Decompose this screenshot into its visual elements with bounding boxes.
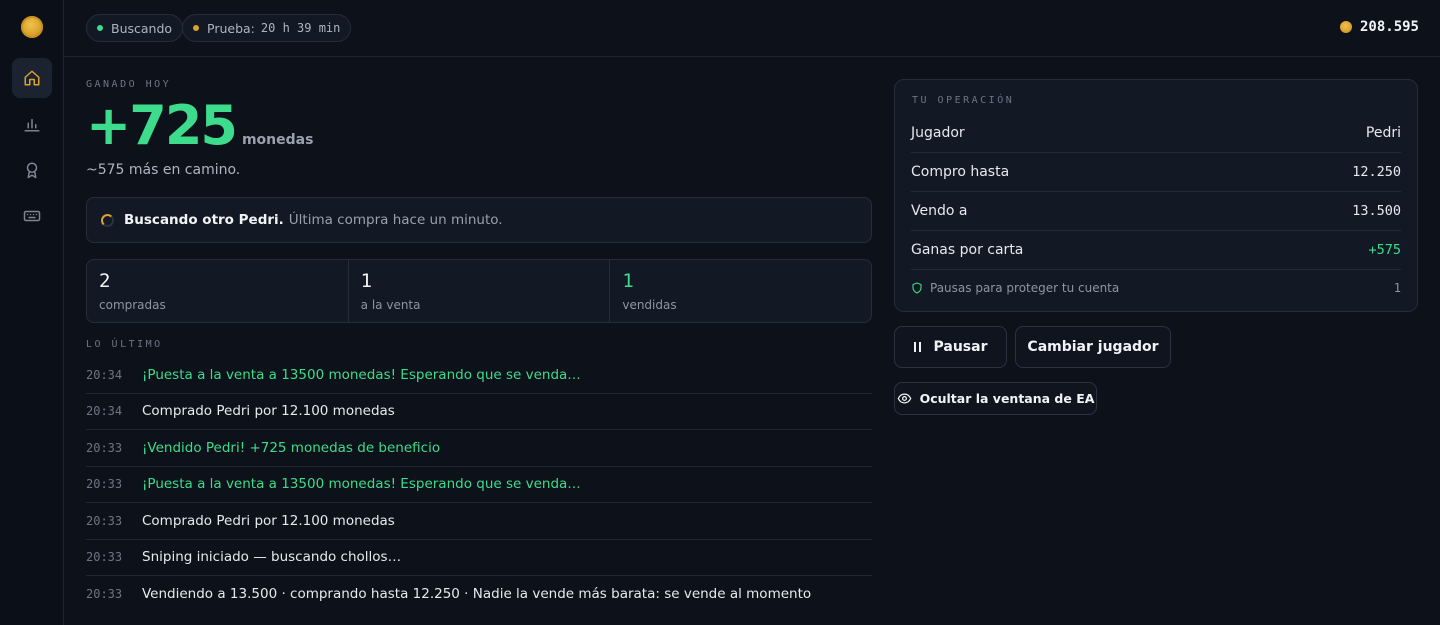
sidebar-item-stats[interactable] bbox=[12, 104, 52, 144]
activity-log: 20:34 ¡Puesta a la venta a 13500 monedas… bbox=[86, 357, 872, 613]
log-message: Vendiendo a 13.500 · comprando hasta 12.… bbox=[142, 586, 812, 603]
stat-label: vendidas bbox=[622, 298, 677, 312]
stat-value: 2 bbox=[99, 270, 111, 292]
operation-row-profit: Ganas por carta +575 bbox=[911, 231, 1401, 270]
log-label: LO ÚLTIMO bbox=[86, 339, 163, 350]
pause-button-label: Pausar bbox=[933, 339, 988, 355]
earned-unit: monedas bbox=[241, 132, 314, 148]
pending-text: ~575 más en camino. bbox=[86, 162, 241, 178]
row-label: Ganas por carta bbox=[911, 242, 1024, 258]
row-label: Jugador bbox=[911, 125, 965, 141]
log-row: 20:34 Comprado Pedri por 12.100 monedas bbox=[86, 394, 872, 430]
stat-value: 1 bbox=[360, 270, 373, 292]
topbar: Buscando Prueba: 20 h 39 min 208.595 bbox=[64, 0, 1440, 57]
row-value: 12.250 bbox=[1352, 164, 1401, 180]
log-time: 20:34 bbox=[86, 404, 123, 419]
log-message: Comprado Pedri por 12.100 monedas bbox=[142, 512, 395, 529]
sidebar bbox=[0, 0, 64, 625]
stat-label: a la venta bbox=[360, 298, 421, 312]
row-label: Compro hasta bbox=[911, 164, 1010, 180]
trial-dot-icon bbox=[193, 25, 199, 31]
loading-spinner-icon bbox=[101, 213, 114, 227]
status-pill-label: Buscando bbox=[111, 20, 173, 36]
trial-label: Prueba: bbox=[207, 20, 255, 36]
sidebar-item-achievements[interactable] bbox=[12, 150, 52, 190]
log-time: 20:33 bbox=[86, 587, 123, 602]
balance-value: 208.595 bbox=[1359, 19, 1419, 35]
log-row: 20:33 Sniping iniciado — buscando chollo… bbox=[86, 540, 872, 576]
log-row: 20:33 ¡Puesta a la venta a 13500 monedas… bbox=[86, 467, 872, 503]
log-time: 20:33 bbox=[86, 477, 123, 492]
log-message: Comprado Pedri por 12.100 monedas bbox=[142, 403, 395, 420]
log-message: ¡Puesta a la venta a 13500 monedas! Espe… bbox=[142, 476, 581, 493]
stats-panel: 2 compradas 1 a la venta 1 vendidas bbox=[86, 259, 872, 323]
row-value: +575 bbox=[1368, 242, 1401, 258]
change-player-button[interactable]: Cambiar jugador bbox=[1015, 326, 1171, 368]
log-row: 20:33 ¡Vendido Pedri! +725 monedas de be… bbox=[86, 430, 872, 467]
keyboard-icon bbox=[23, 210, 41, 222]
log-row: 20:33 Vendiendo a 13.500 · comprando has… bbox=[86, 576, 872, 613]
operation-row-sell: Vendo a 13.500 bbox=[911, 192, 1401, 231]
status-strong: Buscando otro Pedri. bbox=[124, 212, 284, 228]
earned-amount: +725 bbox=[86, 94, 238, 157]
log-time: 20:34 bbox=[86, 367, 123, 382]
award-icon bbox=[26, 162, 38, 179]
log-time: 20:33 bbox=[86, 550, 123, 565]
change-player-button-label: Cambiar jugador bbox=[1027, 339, 1159, 355]
stat-sold: 1 vendidas bbox=[610, 260, 871, 322]
home-icon bbox=[24, 70, 40, 86]
stat-value: 1 bbox=[622, 270, 634, 292]
trial-timer: 20 h 39 min bbox=[260, 21, 341, 35]
trial-pill: Prueba: 20 h 39 min bbox=[182, 14, 352, 42]
status-detail: Última compra hace un minuto. bbox=[288, 212, 503, 228]
operation-title: TU OPERACIÓN bbox=[912, 95, 1015, 106]
log-row: 20:33 Comprado Pedri por 12.100 monedas bbox=[86, 503, 872, 540]
sidebar-item-home[interactable] bbox=[12, 58, 52, 98]
operation-row-player: Jugador Pedri bbox=[911, 114, 1401, 153]
log-message: Sniping iniciado — buscando chollos… bbox=[142, 549, 402, 566]
log-time: 20:33 bbox=[86, 440, 123, 455]
stat-label: compradas bbox=[99, 298, 166, 312]
pauses-value: 1 bbox=[1393, 281, 1401, 295]
log-message: ¡Vendido Pedri! +725 monedas de benefici… bbox=[142, 439, 441, 456]
coin-balance: 208.595 bbox=[1339, 19, 1419, 35]
coin-icon bbox=[1339, 21, 1352, 33]
search-status: Buscando otro Pedri. Última compra hace … bbox=[86, 197, 872, 243]
operation-row-buy: Compro hasta 12.250 bbox=[911, 153, 1401, 192]
hide-ea-window-label: Ocultar la ventana de EA bbox=[919, 391, 1095, 406]
eye-icon bbox=[897, 393, 911, 404]
pause-icon bbox=[913, 342, 924, 352]
log-message: ¡Puesta a la venta a 13500 monedas! Espe… bbox=[142, 366, 581, 383]
earned-today-label: GANADO HOY bbox=[86, 79, 172, 90]
operation-row-pauses: Pausas para proteger tu cuenta 1 bbox=[911, 270, 1401, 306]
log-row: 20:34 ¡Puesta a la venta a 13500 monedas… bbox=[86, 357, 872, 394]
shield-icon bbox=[912, 282, 922, 294]
sidebar-item-keyboard[interactable] bbox=[12, 196, 52, 236]
log-time: 20:33 bbox=[86, 513, 123, 528]
row-value: 13.500 bbox=[1352, 203, 1401, 219]
operation-card: TU OPERACIÓN Jugador Pedri Compro hasta … bbox=[894, 79, 1418, 312]
status-dot-icon bbox=[97, 25, 103, 31]
status-pill: Buscando bbox=[86, 14, 184, 42]
hide-ea-window-button[interactable]: Ocultar la ventana de EA bbox=[894, 382, 1097, 415]
row-label: Vendo a bbox=[911, 203, 968, 219]
pauses-label: Pausas para proteger tu cuenta bbox=[930, 281, 1120, 295]
stat-for-sale: 1 a la venta bbox=[349, 260, 611, 322]
pause-button[interactable]: Pausar bbox=[894, 326, 1007, 368]
bar-chart-icon bbox=[24, 118, 40, 132]
stat-bought: 2 compradas bbox=[87, 260, 349, 322]
earned-today: +725 monedas bbox=[86, 94, 313, 158]
row-value: Pedri bbox=[1365, 125, 1401, 141]
coin-logo-icon bbox=[21, 16, 43, 38]
